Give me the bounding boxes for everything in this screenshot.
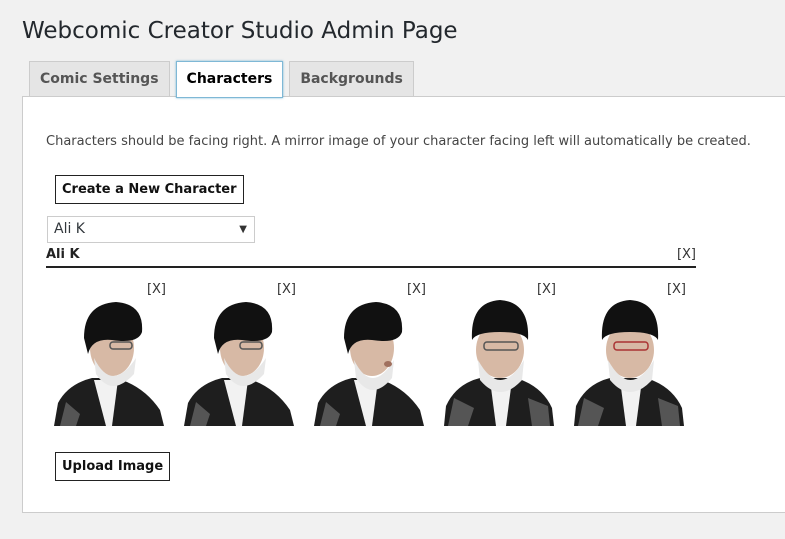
character-frame: [X] bbox=[566, 280, 686, 430]
character-select-value: Ali K bbox=[54, 221, 85, 237]
characters-panel: Characters should be facing right. A mir… bbox=[22, 96, 785, 513]
create-character-button[interactable]: Create a New Character bbox=[55, 175, 244, 204]
character-header: Ali K [X] bbox=[46, 245, 696, 268]
character-frame-image bbox=[54, 302, 164, 426]
character-frame: [X] bbox=[436, 280, 556, 430]
delete-frame-button[interactable]: [X] bbox=[537, 282, 556, 297]
character-select[interactable]: Ali K ▼ bbox=[47, 216, 255, 243]
tab-bar: Comic Settings Characters Backgrounds bbox=[29, 61, 420, 98]
character-frames: [X] [X] [X] [X] [X] bbox=[46, 280, 706, 430]
delete-frame-button[interactable]: [X] bbox=[667, 282, 686, 297]
character-name: Ali K bbox=[46, 247, 80, 262]
character-frame-image bbox=[574, 300, 684, 426]
tab-characters[interactable]: Characters bbox=[175, 61, 284, 98]
chevron-down-icon: ▼ bbox=[239, 224, 247, 235]
character-frame: [X] bbox=[46, 280, 166, 430]
character-frame-image bbox=[184, 302, 294, 426]
character-frame: [X] bbox=[176, 280, 296, 430]
character-frame-image bbox=[314, 302, 424, 426]
upload-image-button[interactable]: Upload Image bbox=[55, 452, 171, 481]
tab-comic-settings[interactable]: Comic Settings bbox=[29, 61, 170, 97]
delete-frame-button[interactable]: [X] bbox=[277, 282, 296, 297]
delete-character-button[interactable]: [X] bbox=[677, 247, 696, 262]
delete-frame-button[interactable]: [X] bbox=[147, 282, 166, 297]
characters-intro-text: Characters should be facing right. A mir… bbox=[46, 134, 751, 149]
page-title: Webcomic Creator Studio Admin Page bbox=[22, 18, 458, 44]
tab-backgrounds[interactable]: Backgrounds bbox=[289, 61, 414, 97]
character-frame: [X] bbox=[306, 280, 426, 430]
delete-frame-button[interactable]: [X] bbox=[407, 282, 426, 297]
character-frame-image bbox=[444, 300, 554, 426]
